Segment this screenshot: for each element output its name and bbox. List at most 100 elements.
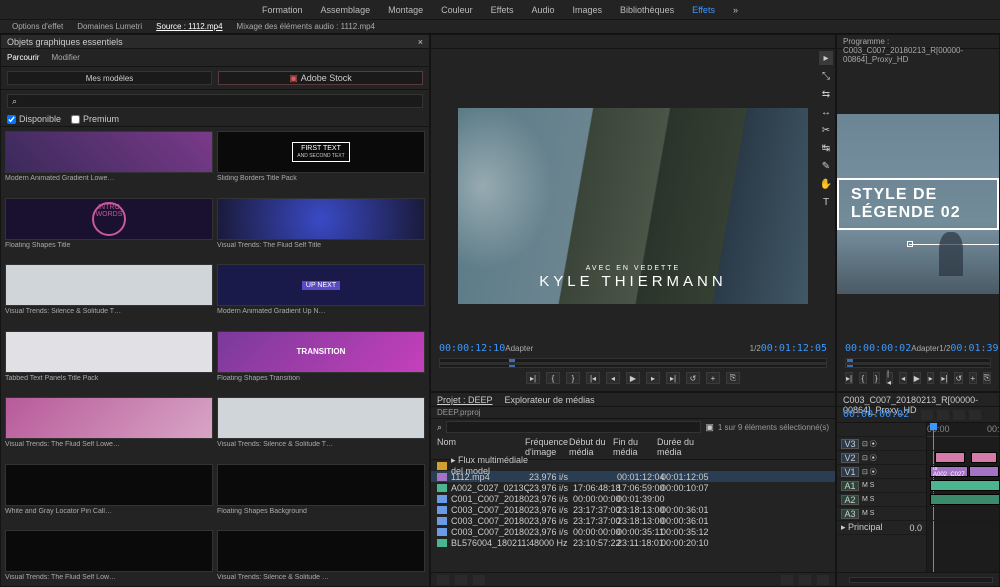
track-head-A3[interactable]: A3M S [837,507,926,521]
adobe-stock-pill[interactable]: ▣Adobe Stock [218,71,423,85]
project-row[interactable]: 1112.mp423,976 i/s00:01:12:0400:01:12:05 [431,471,835,482]
eg-template-item[interactable]: Visual Trends: Silence & Solitude T… [5,264,213,327]
menu-»[interactable]: » [733,5,738,15]
transport-btn-3[interactable]: |◂ [886,372,893,384]
eg-tab-parcourir[interactable]: Parcourir [7,53,39,62]
menu-effets[interactable]: Effets [692,5,715,15]
transport-btn-2[interactable]: } [873,372,880,384]
linked-sel-icon[interactable] [937,410,949,420]
program-viewport[interactable]: STYLE DE LÉGENDE 02 [837,49,999,339]
track-head-V1[interactable]: V1⊡ ⦿ [837,465,926,479]
wstab-1[interactable]: Domaines Lumetri [77,22,142,31]
menu-assemblage[interactable]: Assemblage [321,5,371,15]
project-col[interactable]: Fréquence d'image [525,437,569,457]
project-tab-1[interactable]: Explorateur de médias [505,395,595,404]
transport-btn-0[interactable]: ▸| [526,372,540,384]
project-search-input[interactable] [446,421,701,433]
transport-btn-8[interactable]: ↺ [954,372,963,384]
track-v1[interactable]: fx A002_C027_0213 1112.mp4[V] [927,465,999,479]
track-v2[interactable] [927,451,999,465]
new-item-icon[interactable] [799,575,811,585]
eg-template-item[interactable]: FIRST TEXTAND SECOND TEXTSliding Borders… [217,131,425,194]
bin-icon[interactable]: ▣ [705,422,714,433]
eg-template-item[interactable]: Floating Shapes Title [5,198,213,261]
track-a1[interactable] [927,479,999,493]
settings-icon[interactable] [969,410,981,420]
program-tc-in[interactable]: 00:00:00:02 [845,343,911,354]
premium-checkbox[interactable]: Premium [71,114,119,124]
transport-btn-8[interactable]: ↺ [686,372,700,384]
transport-btn-3[interactable]: |◂ [586,372,600,384]
eg-tab-modifier[interactable]: Modifier [51,53,79,62]
transport-btn-6[interactable]: ▸ [927,372,934,384]
legend-title-box[interactable]: STYLE DE LÉGENDE 02 [837,178,999,230]
transport-btn-5[interactable]: ▶ [626,372,640,384]
marker-icon[interactable] [953,410,965,420]
list-view-icon[interactable] [437,575,449,585]
eg-search-input[interactable] [17,97,418,106]
eg-template-item[interactable]: Visual Trends: The Fluid Self Title [217,198,425,261]
eg-template-item[interactable]: Modern Animated Gradient Lowe… [5,131,213,194]
track-a2[interactable] [927,493,999,507]
menu-audio[interactable]: Audio [532,5,555,15]
wstab-2[interactable]: Source : 1112.mp4 [156,22,222,31]
transport-btn-7[interactable]: ▸| [940,372,948,384]
source-zoom[interactable]: 1/2 [750,344,761,353]
master-track[interactable]: ▸ Principal0.0 [837,521,926,535]
source-viewport[interactable]: AVEC EN VEDETTE KYLE THIERMANN [431,49,835,339]
transport-btn-4[interactable]: ◂ [899,372,906,384]
project-col[interactable]: Fin du média [613,437,657,457]
project-row[interactable]: C003_C007_20180213_R[00…23,976 i/s00:00:… [431,526,835,537]
eg-template-item[interactable]: White and Gray Locator Pin Call… [5,464,213,527]
available-checkbox[interactable]: Disponible [7,114,61,124]
project-row[interactable]: C003_C007_20180213_R[00…23,976 i/s23:17:… [431,504,835,515]
transport-btn-2[interactable]: } [566,372,580,384]
eg-template-item[interactable]: Visual Trends: Silence & Solitude … [217,530,425,587]
menu-images[interactable]: Images [573,5,603,15]
timeline-tracks[interactable]: 00:0000:00:14:2300:00:29:2300:00:44:2200… [927,423,999,573]
freeform-view-icon[interactable] [473,575,485,585]
eg-template-item[interactable]: Floating Shapes Background [217,464,425,527]
menu-formation[interactable]: Formation [262,5,303,15]
eg-template-item[interactable]: Visual Trends: The Fluid Self Lowe… [5,397,213,460]
transport-btn-9[interactable]: + [969,372,976,384]
transport-btn-10[interactable]: ⎘ [726,372,740,384]
project-col[interactable]: Début du média [569,437,613,457]
menu-couleur[interactable]: Couleur [441,5,473,15]
transport-btn-10[interactable]: ⎘ [983,372,991,384]
timeline-ruler[interactable]: 00:0000:00:14:2300:00:29:2300:00:44:2200… [927,423,999,437]
transport-btn-9[interactable]: + [706,372,720,384]
close-icon[interactable]: × [418,37,423,46]
transport-btn-4[interactable]: ◂ [606,372,620,384]
new-bin-icon[interactable] [781,575,793,585]
track-head-V2[interactable]: V2⊡ ⦿ [837,451,926,465]
track-a3[interactable] [927,507,999,521]
transport-btn-6[interactable]: ▸ [646,372,660,384]
wstab-0[interactable]: Options d'effet [12,22,63,31]
transport-btn-0[interactable]: ▸| [845,372,853,384]
source-scrubber[interactable] [439,358,827,368]
eg-template-item[interactable]: Visual Trends: Silence & Solitude T… [217,397,425,460]
transport-btn-7[interactable]: ▸| [666,372,680,384]
source-tc-in[interactable]: 00:00:12:10 [439,343,505,354]
project-col[interactable]: Durée du média [657,437,701,457]
eg-template-item[interactable]: UP NEXTModern Animated Gradient Up N… [217,264,425,327]
transport-btn-1[interactable]: { [546,372,560,384]
project-row[interactable]: C003_C007_20180213_R[00…23,976 i/s23:17:… [431,515,835,526]
transport-btn-1[interactable]: { [859,372,866,384]
track-head-V3[interactable]: V3⊡ ⦿ [837,437,926,451]
program-zoom[interactable]: 1/2 [939,344,950,353]
menu-bibliothèques[interactable]: Bibliothèques [620,5,674,15]
icon-view-icon[interactable] [455,575,467,585]
project-col[interactable]: Nom [437,437,525,457]
eg-search[interactable]: ⌕ [7,94,423,108]
project-tab-0[interactable]: Projet : DEEP [437,395,493,404]
project-row[interactable]: ▸ Flux multimédiale del model [431,460,835,471]
program-fit[interactable]: Adapter [911,344,939,353]
timeline-tc[interactable]: 00:00:00:02 [837,407,915,422]
wstab-3[interactable]: Mixage des éléments audio : 1112.mp4 [237,22,375,31]
eg-template-item[interactable]: Visual Trends: The Fluid Self Low… [5,530,213,587]
project-row[interactable]: BL576004_180211313.mov48000 Hz23:10:57:2… [431,537,835,548]
menu-effets[interactable]: Effets [491,5,514,15]
source-fit[interactable]: Adapter [505,344,533,353]
